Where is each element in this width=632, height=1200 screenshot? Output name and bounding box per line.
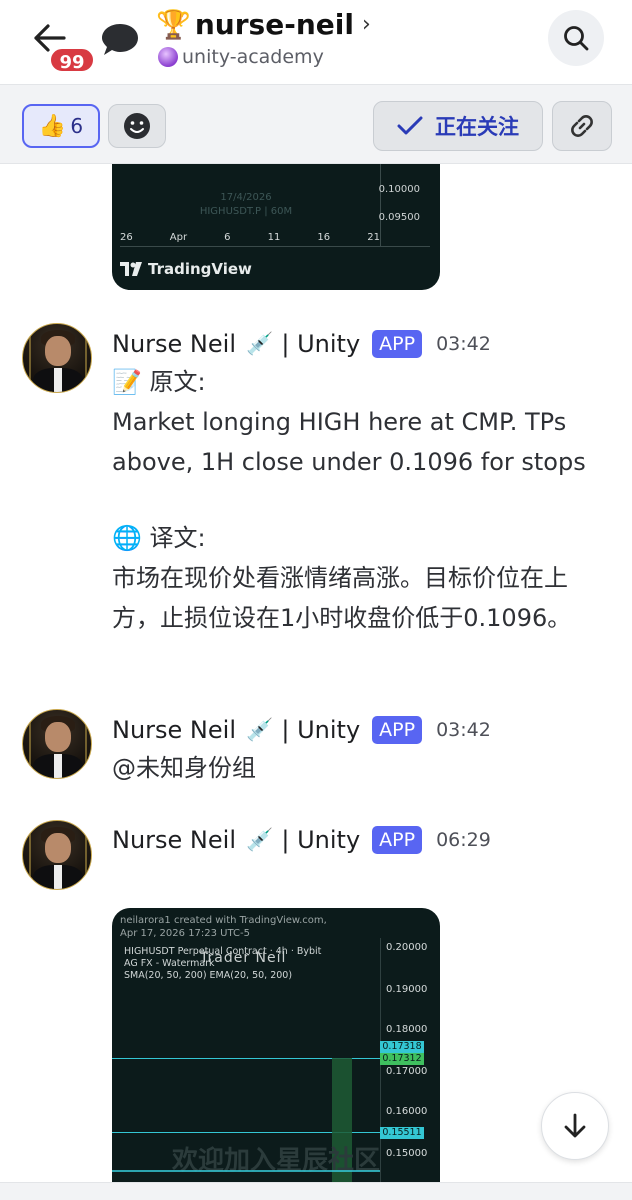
arrow-down-icon xyxy=(564,1113,586,1138)
time-axis-divider xyxy=(120,246,430,247)
trader-watermark: Trader Neil xyxy=(200,950,287,966)
original-label-row: 📝 原文: xyxy=(112,362,602,402)
trophy-icon: 🏆 xyxy=(156,7,191,41)
price-label: 0.16000 xyxy=(386,1106,428,1117)
reaction-count: 6 xyxy=(70,114,84,138)
channel-title: nurse-neil xyxy=(194,7,354,41)
price-axis-divider xyxy=(380,164,381,246)
chart-credit: neilarora1 created with TradingView.com,… xyxy=(120,914,327,940)
following-label: 正在关注 xyxy=(435,115,519,139)
app-tag: APP xyxy=(372,330,423,358)
author-suffix: | Unity xyxy=(281,330,361,358)
price-label: 0.20000 xyxy=(386,942,428,953)
channel-title-row[interactable]: 🏆 nurse-neil › xyxy=(156,4,371,44)
price-tag: 0.17312 xyxy=(380,1053,424,1065)
message-header: Nurse Neil 💉 | Unity APP 06:29 xyxy=(112,822,491,858)
x-tick: Apr xyxy=(169,232,188,243)
copy-link-button[interactable] xyxy=(552,101,612,151)
avatar[interactable] xyxy=(22,323,92,393)
tradingview-brand: TradingView xyxy=(148,260,252,278)
x-tick: 11 xyxy=(267,232,281,243)
smiley-icon xyxy=(124,113,150,139)
message-header: Nurse Neil 💉 | Unity APP 03:42 xyxy=(112,712,491,748)
search-icon xyxy=(564,26,589,51)
chart-date-watermark: 17/4/2026 xyxy=(220,192,272,203)
crystal-ball-icon xyxy=(158,47,178,67)
chart-image-top[interactable]: 17/4/2026 HIGHUSDT.P | 60M 0.10000 0.095… xyxy=(112,164,440,290)
legend-line: SMA(20, 50, 200) EMA(20, 50, 200) xyxy=(124,970,293,981)
search-button[interactable] xyxy=(548,10,604,66)
globe-icon: 🌐 xyxy=(112,524,142,552)
avatar[interactable] xyxy=(22,709,92,779)
following-button[interactable]: 正在关注 xyxy=(373,101,543,151)
check-icon xyxy=(397,116,423,135)
syringe-icon: 💉 xyxy=(245,717,274,743)
credit-line: neilarora1 created with TradingView.com, xyxy=(120,915,327,926)
scroll-to-bottom-button[interactable] xyxy=(541,1092,609,1160)
memo-icon: 📝 xyxy=(112,368,142,396)
unread-badge: 99 xyxy=(48,46,96,74)
chevron-right-icon: › xyxy=(361,11,371,37)
price-label: 0.09500 xyxy=(378,212,420,223)
price-tag: 0.17318 xyxy=(380,1041,424,1053)
translation-label: 译文: xyxy=(149,524,206,552)
channel-subtitle: unity-academy xyxy=(182,46,324,68)
tradingview-logo: TradingView xyxy=(120,260,252,278)
credit-line: Apr 17, 2026 17:23 UTC-5 xyxy=(120,928,250,939)
tradingview-icon xyxy=(120,262,142,276)
message-body: 📝 原文: Market longing HIGH here at CMP. T… xyxy=(112,362,602,638)
chart-symbol-watermark: HIGHUSDT.P | 60M xyxy=(199,206,293,217)
syringe-icon: 💉 xyxy=(245,827,274,853)
link-icon xyxy=(571,115,593,137)
price-label: 0.18000 xyxy=(386,1024,428,1035)
time-axis-ticks: 26 Apr 6 11 16 21 xyxy=(120,232,380,243)
translation-label-row: 🌐 译文: xyxy=(112,518,602,558)
chat-bubble-icon[interactable] xyxy=(100,22,140,62)
author-suffix: | Unity xyxy=(281,826,361,854)
channel-subtitle-row[interactable]: unity-academy xyxy=(158,46,324,68)
thumbs-up-reaction[interactable]: 👍 6 xyxy=(22,104,100,148)
price-label: 0.19000 xyxy=(386,984,428,995)
message-time: 06:29 xyxy=(436,829,491,851)
add-reaction-button[interactable] xyxy=(108,104,166,148)
avatar[interactable] xyxy=(22,820,92,890)
author-name[interactable]: Nurse Neil xyxy=(112,330,236,358)
translation-text: 市场在现价处看涨情绪高涨。目标价位在上方，止损位设在1小时收盘价低于0.1096… xyxy=(112,564,572,632)
message-time: 03:42 xyxy=(436,719,491,741)
moving-average-line xyxy=(112,1170,380,1172)
original-text: Market longing HIGH here at CMP. TPs abo… xyxy=(112,408,586,476)
x-tick: 6 xyxy=(224,232,231,243)
syringe-icon: 💉 xyxy=(245,331,274,357)
author-name[interactable]: Nurse Neil xyxy=(112,826,236,854)
channel-header: 99 🏆 nurse-neil › unity-academy xyxy=(0,0,632,84)
x-tick: 26 xyxy=(120,232,133,243)
price-label: 0.10000 xyxy=(378,184,420,195)
target-zone xyxy=(332,1058,352,1200)
composer-edge xyxy=(0,1182,632,1200)
app-tag: APP xyxy=(372,716,423,744)
thumbs-up-icon: 👍 xyxy=(38,113,67,139)
role-mention[interactable]: @未知身份组 xyxy=(112,748,602,788)
price-tag: 0.15511 xyxy=(380,1127,424,1139)
app-tag: APP xyxy=(372,826,423,854)
original-label: 原文: xyxy=(149,368,206,396)
message-time: 03:42 xyxy=(436,333,491,355)
message-header: Nurse Neil 💉 | Unity APP 03:42 xyxy=(112,326,491,362)
price-label: 0.17000 xyxy=(386,1066,428,1077)
author-suffix: | Unity xyxy=(281,716,361,744)
x-tick: 16 xyxy=(317,232,331,243)
chart-image-bottom[interactable]: neilarora1 created with TradingView.com,… xyxy=(112,908,440,1200)
action-bar: 👍 6 正在关注 xyxy=(0,84,632,164)
author-name[interactable]: Nurse Neil xyxy=(112,716,236,744)
x-tick: 21 xyxy=(367,232,380,243)
